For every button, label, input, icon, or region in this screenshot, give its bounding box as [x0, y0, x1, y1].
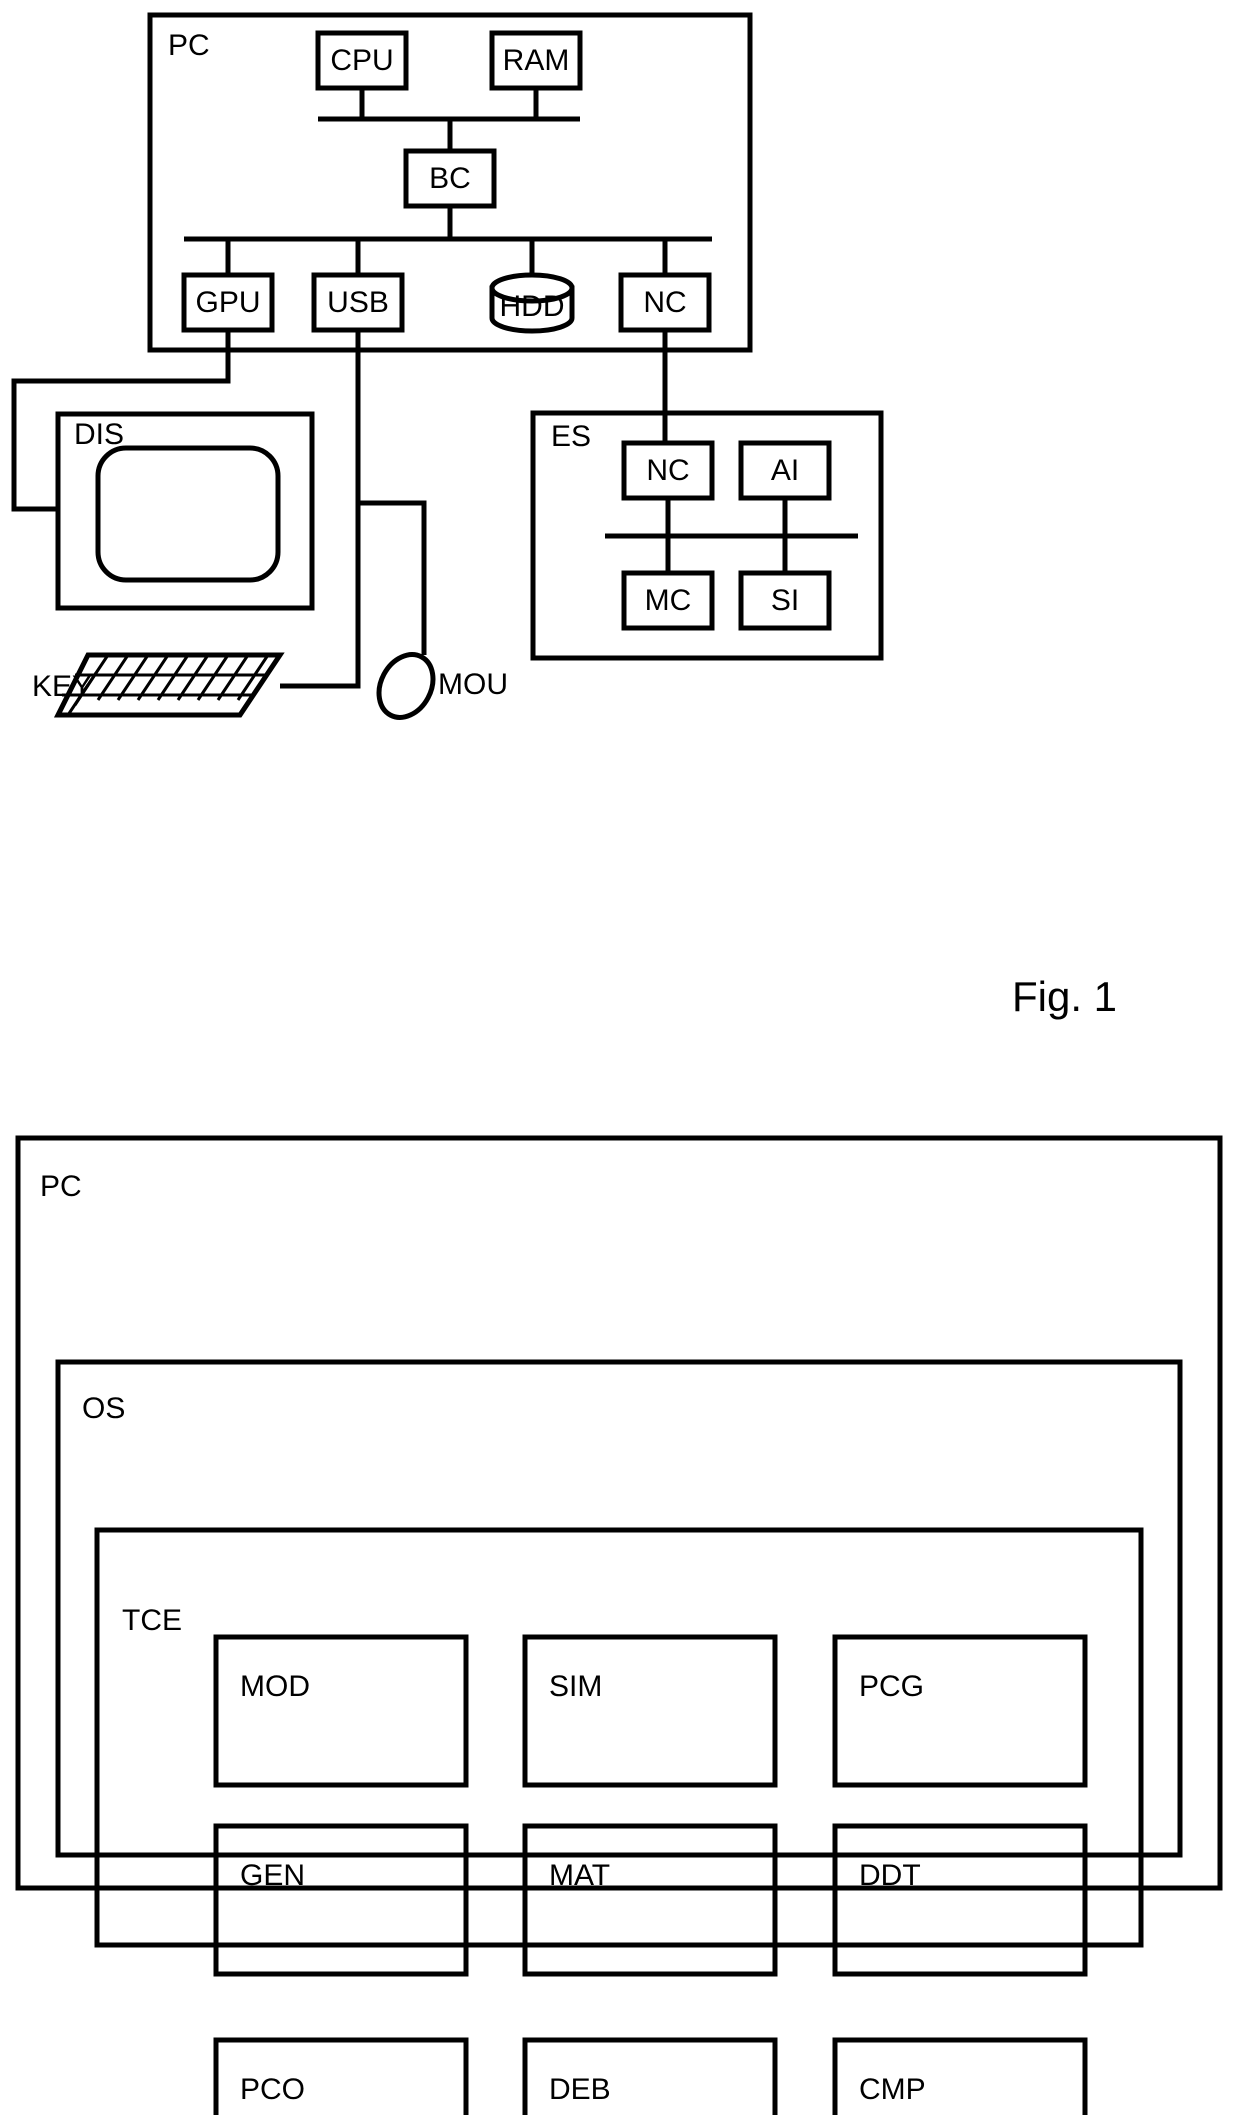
gpu-label: GPU	[195, 286, 260, 319]
usb-label: USB	[327, 286, 389, 319]
cpu-label: CPU	[330, 44, 393, 77]
gen-label: GEN	[240, 1859, 305, 1892]
cmp-label: CMP	[859, 2073, 926, 2106]
es-nc-label: NC	[646, 454, 689, 487]
mouse-label: MOU	[438, 668, 508, 701]
sim-label: SIM	[549, 1670, 602, 1703]
display-label: DIS	[74, 418, 124, 451]
os-enclosure-label: OS	[82, 1392, 125, 1425]
es-si-label: SI	[771, 584, 799, 617]
mod-label: MOD	[240, 1670, 310, 1703]
figure-1-caption: Fig. 1	[1012, 973, 1117, 1020]
deb-label: DEB	[549, 2073, 611, 2106]
patent-drawing-sheet: PC CPU RAM BC GPU USB HDD NC DIS KEY MOU…	[0, 0, 1240, 2120]
hdd-label: HDD	[500, 290, 565, 323]
bc-label: BC	[429, 162, 471, 195]
ram-label: RAM	[503, 44, 570, 77]
es-enclosure-label: ES	[551, 420, 591, 453]
ddt-label: DDT	[859, 1859, 921, 1892]
pc-enclosure-label-fig2: PC	[40, 1170, 82, 1203]
pcg-label: PCG	[859, 1670, 924, 1703]
drawing-canvas: PC CPU RAM BC GPU USB HDD NC DIS KEY MOU…	[0, 0, 1240, 2120]
mat-label: MAT	[549, 1859, 610, 1892]
nc-label-pc: NC	[643, 286, 686, 319]
pc-enclosure-label-fig1: PC	[168, 29, 210, 62]
pco-label: PCO	[240, 2073, 305, 2106]
tce-enclosure-label: TCE	[122, 1604, 182, 1637]
keyboard-label: KEY	[32, 670, 92, 703]
es-ai-label: AI	[771, 454, 799, 487]
es-mc-label: MC	[645, 584, 692, 617]
